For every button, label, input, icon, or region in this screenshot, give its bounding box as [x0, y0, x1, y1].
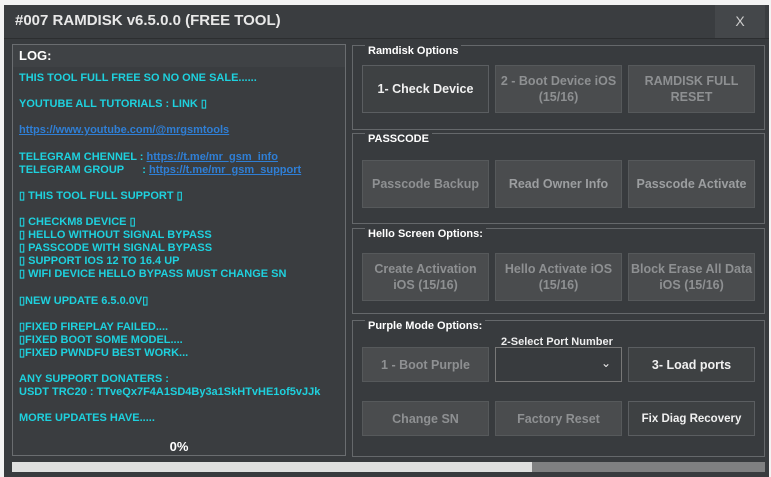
log-line-text: ▯ CHECKM8 DEVICE ▯ [19, 216, 136, 229]
log-line: ▯ CHECKM8 DEVICE ▯ [19, 216, 341, 229]
passcode-activate-button[interactable]: Passcode Activate [628, 160, 755, 208]
log-text: THIS TOOL FULL FREE SO NO ONE SALE......… [19, 72, 341, 426]
log-line: MORE UPDATES HAVE..... [19, 412, 341, 425]
log-line: ▯ THIS TOOL FULL SUPPORT ▯ [19, 190, 341, 203]
title-bar: #007 RAMDISK v6.5.0.0 (FREE TOOL) X [4, 5, 769, 39]
group-title: PASSCODE [365, 133, 432, 145]
ramdisk-full-reset-button[interactable]: RAMDISK FULL RESET [628, 65, 755, 113]
app-window: #007 RAMDISK v6.5.0.0 (FREE TOOL) X LOG:… [4, 5, 769, 477]
passcode-group: PASSCODE Passcode Backup Read Owner Info… [352, 133, 765, 224]
block-erase-button[interactable]: Block Erase All Data iOS (15/16) [628, 253, 755, 301]
log-link[interactable]: https://www.youtube.com/@mrgsmtools [19, 124, 229, 136]
log-line: ▯FIXED PWNDFU BEST WORK... [19, 347, 341, 360]
log-line: ▯NEW UPDATE 6.5.0.0V▯ [19, 295, 341, 308]
log-line: TELEGRAM GROUP : https://t.me/mr_gsm_sup… [19, 164, 341, 177]
progress-fill [12, 462, 532, 472]
log-line: ▯ WIFI DEVICE HELLO BYPASS MUST CHANGE S… [19, 268, 341, 281]
log-line-text: MORE UPDATES HAVE..... [19, 412, 155, 425]
log-line: ▯FIXED BOOT SOME MODEL.... [19, 334, 341, 347]
log-line-text: ▯ HELLO WITHOUT SIGNAL BYPASS [19, 229, 212, 242]
log-header: LOG: [13, 45, 345, 67]
log-line: ANY SUPPORT DONATERS : [19, 373, 341, 386]
purple-mode-group: Purple Mode Options: 2-Select Port Numbe… [352, 320, 765, 457]
log-line-text: YOUTUBE ALL TUTORIALS : LINK ▯ [19, 98, 207, 111]
log-line-text: THIS TOOL FULL FREE SO NO ONE SALE...... [19, 72, 257, 84]
log-panel: LOG: THIS TOOL FULL FREE SO NO ONE SALE.… [12, 44, 346, 456]
log-line-text: ▯ THIS TOOL FULL SUPPORT ▯ [19, 189, 183, 202]
fix-diag-recovery-button[interactable]: Fix Diag Recovery [628, 401, 755, 436]
boot-purple-button[interactable]: 1 - Boot Purple [362, 347, 489, 382]
group-title: Ramdisk Options [365, 45, 462, 57]
log-line-text: ▯ SUPPORT IOS 12 TO 16.4 UP [19, 255, 180, 268]
log-line-text: USDT TRC20 : TTveQx7F4A1SD4By3a1SkHTvHE1… [19, 386, 321, 399]
port-select[interactable]: ⌄ [495, 347, 622, 382]
progress-bar [12, 462, 765, 472]
chevron-down-icon: ⌄ [600, 356, 611, 370]
log-line-text: ▯ WIFI DEVICE HELLO BYPASS MUST CHANGE S… [19, 268, 287, 281]
log-line: https://www.youtube.com/@mrgsmtools [19, 124, 341, 137]
log-line-text: ANY SUPPORT DONATERS : [19, 373, 169, 386]
log-line: ▯ PASSCODE WITH SIGNAL BYPASS [19, 242, 341, 255]
log-line-text: ▯FIXED PWNDFU BEST WORK... [19, 346, 189, 359]
log-line-text: TELEGRAM CHENNEL : [19, 150, 147, 163]
group-title: Hello Screen Options: [365, 228, 486, 240]
read-owner-info-button[interactable]: Read Owner Info [495, 160, 622, 208]
create-activation-button[interactable]: Create Activation iOS (15/16) [362, 253, 489, 301]
log-line-text: TELEGRAM GROUP : [19, 163, 149, 176]
change-sn-button[interactable]: Change SN [362, 401, 489, 436]
ramdisk-options-group: Ramdisk Options 1- Check Device 2 - Boot… [352, 45, 765, 130]
factory-reset-button[interactable]: Factory Reset [495, 401, 622, 436]
hello-activate-button[interactable]: Hello Activate iOS (15/16) [495, 253, 622, 301]
log-line: YOUTUBE ALL TUTORIALS : LINK ▯ [19, 98, 341, 111]
check-device-button[interactable]: 1- Check Device [362, 65, 489, 113]
boot-device-button[interactable]: 2 - Boot Device iOS (15/16) [495, 65, 622, 113]
window-title: #007 RAMDISK v6.5.0.0 (FREE TOOL) [15, 12, 281, 29]
load-ports-button[interactable]: 3- Load ports [628, 347, 755, 382]
group-title: Purple Mode Options: [365, 320, 486, 332]
close-button[interactable]: X [715, 5, 765, 38]
log-line-text: ▯NEW UPDATE 6.5.0.0V▯ [19, 294, 149, 307]
log-line: THIS TOOL FULL FREE SO NO ONE SALE...... [19, 72, 341, 85]
log-link[interactable]: https://t.me/mr_gsm_support [149, 164, 301, 176]
log-link[interactable]: https://t.me/mr_gsm_info [147, 151, 278, 163]
progress-percent: 0% [169, 439, 189, 454]
log-line-text: ▯FIXED FIREPLAY FAILED.... [19, 320, 169, 333]
log-line-text: ▯FIXED BOOT SOME MODEL.... [19, 333, 183, 346]
log-line: ▯ HELLO WITHOUT SIGNAL BYPASS [19, 229, 341, 242]
log-line: USDT TRC20 : TTveQx7F4A1SD4By3a1SkHTvHE1… [19, 386, 341, 399]
log-line: ▯ SUPPORT IOS 12 TO 16.4 UP [19, 255, 341, 268]
log-line: ▯FIXED FIREPLAY FAILED.... [19, 321, 341, 334]
passcode-backup-button[interactable]: Passcode Backup [362, 160, 489, 208]
log-line-text: ▯ PASSCODE WITH SIGNAL BYPASS [19, 242, 213, 255]
hello-screen-group: Hello Screen Options: Create Activation … [352, 228, 765, 314]
log-line: TELEGRAM CHENNEL : https://t.me/mr_gsm_i… [19, 151, 341, 164]
